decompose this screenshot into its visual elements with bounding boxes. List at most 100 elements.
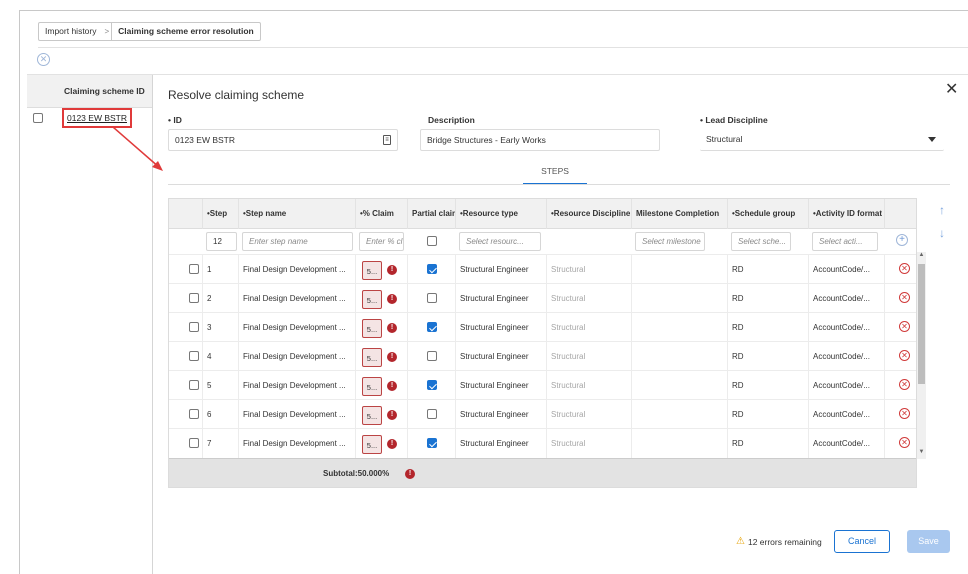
resource-type-column-header[interactable]: •Resource type [456, 199, 547, 229]
delete-row-icon[interactable]: ✕ [899, 292, 910, 303]
activity-id-select[interactable]: Select acti... [812, 232, 878, 251]
discipline-cell: Structural [547, 313, 632, 342]
grid-scrollbar[interactable] [917, 252, 926, 459]
add-step-icon[interactable]: + [896, 234, 908, 246]
scheme-id-column-header: Claiming scheme ID [64, 86, 145, 96]
step-cell: 7 [203, 429, 239, 458]
partial-claim-checkbox[interactable] [427, 293, 437, 303]
partial-claim-checkbox[interactable] [427, 380, 437, 390]
partial-claim-column-header[interactable]: Partial claim [408, 199, 456, 229]
row-checkbox[interactable] [189, 380, 199, 390]
name-cell: Final Design Development ... [239, 284, 356, 313]
scheme-list-row[interactable]: 0123 EW BSTR [27, 108, 152, 128]
milestone-column-header[interactable]: Milestone Completion [632, 199, 728, 229]
delete-row-icon[interactable]: ✕ [899, 379, 910, 390]
resource-type-select[interactable]: Select resourc... [459, 232, 541, 251]
delete-row-icon[interactable]: ✕ [899, 408, 910, 419]
milestone-cell [632, 400, 728, 429]
activity-id-column-header[interactable]: •Activity ID format [809, 199, 885, 229]
step-column-header[interactable]: •Step [203, 199, 239, 229]
schedule-group-column-header[interactable]: •Schedule group [728, 199, 809, 229]
partial-claim-checkbox[interactable] [427, 264, 437, 274]
claim-cell: 5...! [356, 429, 408, 458]
claim-input[interactable]: 5... [362, 435, 382, 454]
breadcrumb-current: Claiming scheme error resolution [118, 26, 254, 36]
claim-input[interactable]: 5... [362, 261, 382, 280]
clipboard-icon[interactable]: ≡ [383, 135, 391, 145]
claim-input[interactable]: 5... [362, 377, 382, 396]
table-row[interactable]: 6 Final Design Development ... 5...! Struct… [169, 399, 916, 429]
milestone-cell [632, 284, 728, 313]
scroll-up-icon[interactable]: ▲ [917, 252, 926, 261]
table-row[interactable]: 5 Final Design Development ... 5...! Struct… [169, 370, 916, 400]
row-checkbox[interactable] [189, 293, 199, 303]
row-checkbox[interactable] [189, 351, 199, 361]
schedule-group-select[interactable]: Select sche... [731, 232, 791, 251]
partial-claim-checkbox[interactable] [427, 438, 437, 448]
activity-cell: AccountCode/... [809, 429, 885, 458]
description-field[interactable]: Bridge Structures - Early Works [420, 129, 660, 151]
scheme-list-panel: Claiming scheme ID 0123 EW BSTR [27, 75, 153, 574]
chevron-down-icon[interactable] [928, 137, 936, 142]
save-button[interactable]: Save [907, 530, 950, 553]
claim-cell: 5...! [356, 371, 408, 400]
row-select-cell [169, 313, 203, 342]
new-step-number[interactable]: 12 [206, 232, 237, 251]
row-checkbox[interactable] [189, 322, 199, 332]
warning-icon: ⚠ [736, 536, 745, 547]
partial-claim-checkbox[interactable] [427, 351, 437, 361]
step-name-column-header[interactable]: •Step name [239, 199, 356, 229]
lead-discipline-select[interactable]: Structural [700, 129, 944, 151]
name-cell: Final Design Development ... [239, 342, 356, 371]
delete-row-icon[interactable]: ✕ [899, 350, 910, 361]
table-row[interactable]: 2 Final Design Development ... 5...! Struct… [169, 283, 916, 313]
step-name-input[interactable]: Enter step name [242, 232, 353, 251]
table-row[interactable]: 7 Final Design Development ... 5...! Struct… [169, 428, 916, 458]
row-checkbox[interactable] [189, 438, 199, 448]
id-field[interactable]: 0123 EW BSTR ≡ [168, 129, 398, 151]
milestone-select[interactable]: Select milestone [635, 232, 705, 251]
scheme-id-link[interactable]: 0123 EW BSTR [62, 108, 132, 128]
step-cell: 2 [203, 284, 239, 313]
delete-row-icon[interactable]: ✕ [899, 321, 910, 332]
error-icon: ! [387, 352, 397, 362]
clear-circle-icon[interactable]: ✕ [37, 53, 50, 66]
resource-discipline-column-header[interactable]: •Resource Discipline [547, 199, 632, 229]
tabs-divider [168, 184, 950, 185]
table-row[interactable]: 1 Final Design Development ... 5...! Struct… [169, 254, 916, 284]
activity-cell: AccountCode/... [809, 284, 885, 313]
partial-claim-checkbox[interactable] [427, 236, 437, 246]
activity-cell: AccountCode/... [809, 313, 885, 342]
row-checkbox[interactable] [189, 409, 199, 419]
partial-claim-checkbox[interactable] [427, 322, 437, 332]
row-checkbox[interactable] [189, 264, 199, 274]
move-up-arrow-icon[interactable]: ↑ [939, 203, 945, 217]
partial-claim-cell [408, 255, 456, 284]
partial-claim-cell [408, 313, 456, 342]
claim-input[interactable]: 5... [362, 348, 382, 367]
errors-remaining-text: 12 errors remaining [747, 536, 822, 547]
cancel-button[interactable]: Cancel [834, 530, 890, 553]
breadcrumb-import-history[interactable]: Import history [39, 23, 103, 40]
claim-input[interactable]: 5... [362, 290, 382, 309]
table-row[interactable]: 4 Final Design Development ... 5...! Struct… [169, 341, 916, 371]
claim-column-header[interactable]: •% Claim [356, 199, 408, 229]
tab-steps[interactable]: STEPS [523, 163, 587, 185]
move-down-arrow-icon[interactable]: ↓ [939, 226, 945, 240]
name-cell: Final Design Development ... [239, 255, 356, 284]
row-select-cell [169, 429, 203, 458]
delete-row-icon[interactable]: ✕ [899, 263, 910, 274]
claim-input[interactable]: Enter % cl [359, 232, 404, 251]
close-icon[interactable]: ✕ [945, 79, 958, 99]
partial-claim-checkbox[interactable] [427, 409, 437, 419]
subtotal-text: Subtotal:50.000% [323, 469, 390, 478]
claim-input[interactable]: 5... [362, 406, 382, 425]
claim-input[interactable]: 5... [362, 319, 382, 338]
scroll-down-icon[interactable]: ▼ [917, 449, 926, 458]
scrollbar-thumb[interactable] [918, 264, 925, 384]
row-checkbox[interactable] [33, 113, 43, 123]
delete-row-icon[interactable]: ✕ [899, 437, 910, 448]
partial-claim-cell [408, 400, 456, 429]
partial-claim-cell [408, 429, 456, 458]
table-row[interactable]: 3 Final Design Development ... 5...! Struct… [169, 312, 916, 342]
